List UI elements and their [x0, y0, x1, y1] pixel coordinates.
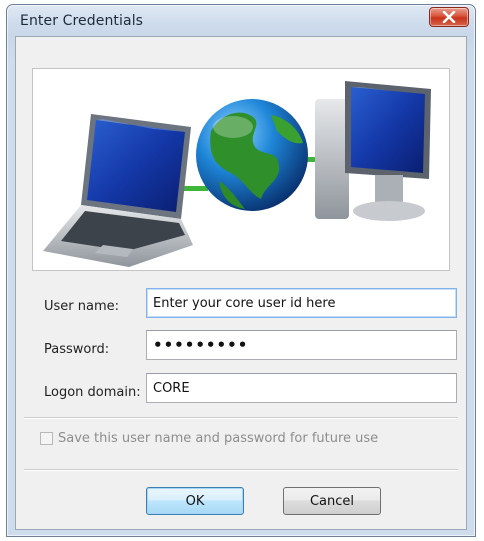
username-label: User name: — [44, 299, 120, 314]
laptop-icon — [43, 114, 193, 267]
window-title: Enter Credentials — [20, 13, 144, 29]
domain-label: Logon domain: — [44, 385, 141, 400]
domain-input[interactable] — [146, 373, 457, 403]
save-credentials-label: Save this user name and password for fut… — [58, 431, 379, 446]
cancel-button[interactable]: Cancel — [283, 487, 381, 515]
password-label: Password: — [44, 342, 110, 357]
username-input[interactable] — [146, 288, 457, 318]
desktop-computer-icon — [315, 81, 431, 221]
password-input[interactable]: ••••••••• — [146, 330, 457, 360]
separator-top — [24, 417, 458, 419]
credentials-dialog: Enter Credentials User name: Enter your … — [6, 4, 476, 537]
dialog-body: User name: Password: ••••••••• Logon dom… — [15, 36, 467, 530]
ok-button[interactable]: OK — [146, 487, 244, 515]
globe-icon — [196, 99, 308, 211]
separator-bottom — [24, 469, 458, 471]
network-banner — [32, 68, 450, 271]
close-icon — [442, 8, 456, 27]
save-credentials-row[interactable]: Save this user name and password for fut… — [40, 431, 378, 446]
save-credentials-checkbox[interactable] — [40, 432, 53, 445]
close-button[interactable] — [429, 7, 469, 27]
title-bar[interactable]: Enter Credentials — [7, 5, 475, 35]
